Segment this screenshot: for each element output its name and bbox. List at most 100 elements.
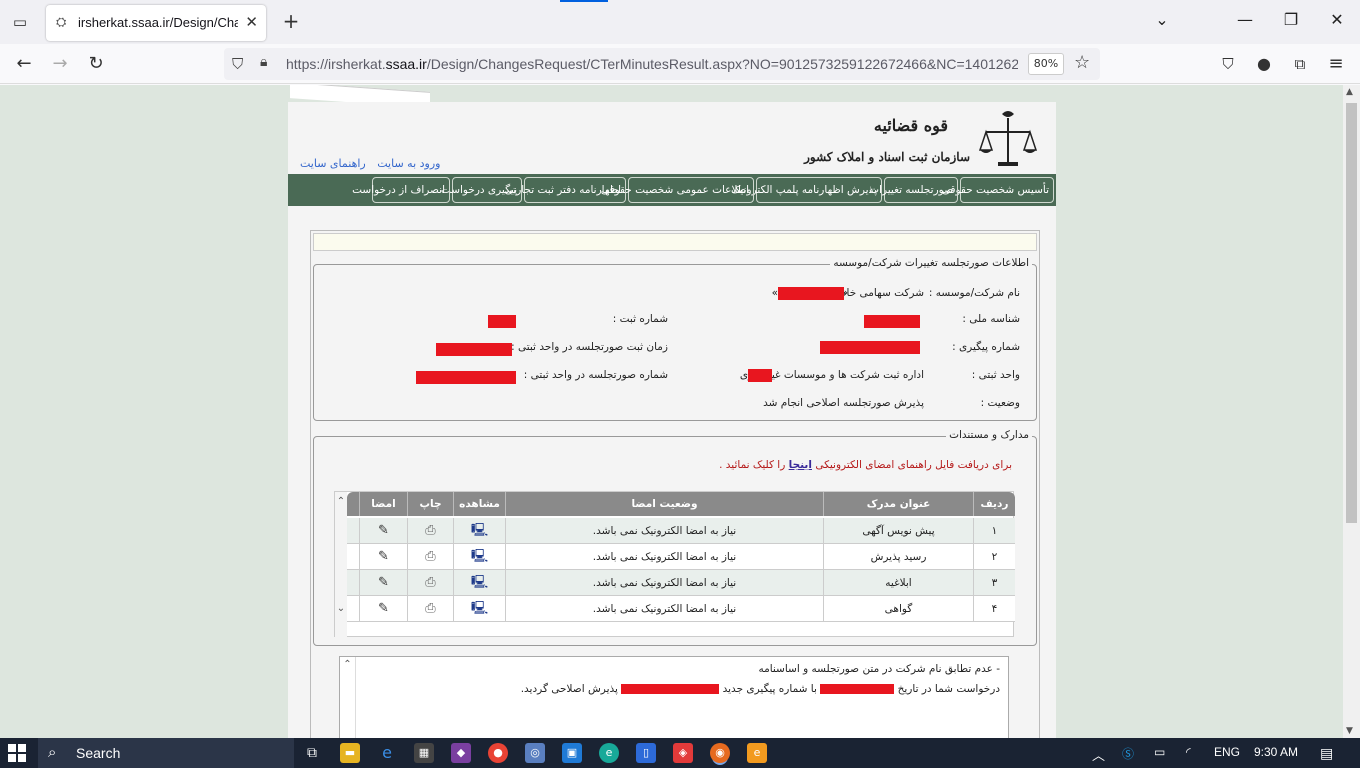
wifi-icon[interactable]: ◜ [1186, 745, 1191, 759]
extensions-icon[interactable]: ⧉ [1286, 52, 1314, 76]
app-icon-7[interactable]: ▣ [562, 743, 582, 763]
judiciary-emblem-icon [978, 111, 1038, 166]
close-window-icon[interactable]: ✕ [1322, 10, 1352, 29]
menu-item-cancel-request[interactable]: انصراف از درخواست [352, 177, 450, 203]
scrollbar-thumb[interactable] [1346, 103, 1357, 523]
restore-icon[interactable]: ❐ [1276, 10, 1306, 29]
minutes-info-section: اطلاعات صورتجلسه تغییرات شرکت/موسسه نام … [313, 257, 1037, 421]
page-favicon-icon: ⛭ [56, 15, 67, 30]
edge-icon[interactable]: e [599, 743, 619, 763]
shield-icon[interactable]: ⛉ [232, 55, 243, 73]
minutes-number-label: شماره صورتجلسه در واحد ثبتی : [523, 369, 668, 381]
pocket-icon[interactable]: ⛉ [1214, 52, 1242, 76]
app-icon-12[interactable]: e [747, 743, 767, 763]
menu-item-establish[interactable]: تأسیس شخصیت حقوقی [942, 177, 1054, 203]
url-bar[interactable]: ⛉ 🔒︎ https://irsherkat.ssaa.ir/Design/Ch… [224, 48, 1100, 80]
phone-app-icon[interactable]: ▯ [636, 743, 656, 763]
sign-edit-icon[interactable]: ✎ [359, 570, 407, 596]
page-scrollbar[interactable]: ▲ ▼ [1343, 85, 1360, 738]
taskbar: ⌕ Search ⧉ ▬ e ▦ ◆ ● ◎ ▣ e ▯ ◈ ◉ e ︿ Ⓢ ▭… [0, 738, 1360, 768]
view-monitor-icon[interactable]: 🖳 [453, 596, 505, 622]
app-icon-3[interactable]: ▦ [414, 743, 434, 763]
sign-status: نیاز به امضا الکترونیک نمی باشد. [505, 596, 823, 622]
redacted-new-tracking [621, 684, 720, 694]
table-row: ۲ رسید پذیرش نیاز به امضا الکترونیک نمی … [347, 544, 1015, 570]
signature-guide-link[interactable]: اینجا [789, 459, 812, 471]
zoom-level[interactable]: 80% [1028, 53, 1064, 75]
print-icon[interactable]: ⎙ [407, 518, 453, 544]
scroll-down-icon[interactable]: ⌄ [335, 603, 347, 614]
minimize-icon[interactable]: — [1230, 10, 1260, 29]
tray-chevron-icon[interactable]: ︿ [1092, 745, 1105, 764]
org-name-line1: قوه قضائیه [873, 116, 948, 135]
redacted-unit [748, 369, 772, 382]
menu-item-change-minutes[interactable]: صورتجلسه تغییرات [869, 177, 958, 203]
redacted-tracking [820, 341, 920, 354]
windows-start-icon[interactable] [8, 744, 26, 762]
scroll-up-icon[interactable]: ▲ [1346, 87, 1353, 97]
browser-tab-bar: ▭ ⛭ irsherkat.ssaa.ir/Design/Change ✕ + … [0, 0, 1360, 44]
sign-edit-icon[interactable]: ✎ [359, 544, 407, 570]
close-tab-icon[interactable]: ✕ [245, 13, 258, 31]
tab-list-icon[interactable]: ▭ [8, 10, 32, 34]
scroll-up-icon[interactable]: ⌃ [340, 659, 355, 670]
view-monitor-icon[interactable]: 🖳 [453, 518, 505, 544]
redacted-reg-number [488, 315, 516, 328]
scroll-down-icon[interactable]: ▼ [1346, 726, 1353, 736]
message-line-1: - عدم تطابق نام شرکت در متن صورتجلسه و ا… [758, 663, 1000, 675]
clock[interactable]: 9:30 AM [1254, 745, 1298, 759]
status-label: وضعیت : [980, 397, 1020, 409]
app-icon-6[interactable]: ◎ [525, 743, 545, 763]
internet-explorer-icon[interactable]: e [377, 743, 397, 763]
notification-icon[interactable]: ▤ [1320, 745, 1333, 762]
col-view: مشاهده [453, 492, 505, 516]
menu-item-public-info[interactable]: اطلاعات عمومی شخصیت حقوقی [601, 177, 754, 203]
firefox-icon[interactable]: ◉ [710, 743, 730, 763]
view-monitor-icon[interactable]: 🖳 [453, 570, 505, 596]
chevron-down-icon[interactable]: ⌄ [1147, 10, 1177, 29]
menu-item-seal-declaration[interactable]: پذیرش اظهارنامه پلمپ الکترونیک [731, 177, 882, 203]
print-icon[interactable]: ⎙ [407, 570, 453, 596]
sign-edit-icon[interactable]: ✎ [359, 596, 407, 622]
battery-icon[interactable]: ▭ [1154, 745, 1165, 759]
login-link[interactable]: ورود به سایت [377, 157, 440, 170]
search-icon: ⌕ [48, 743, 57, 761]
skype-icon[interactable]: Ⓢ [1122, 745, 1134, 762]
menu-icon[interactable]: ≡ [1322, 52, 1350, 76]
sign-edit-icon[interactable]: ✎ [359, 518, 407, 544]
view-monitor-icon[interactable]: 🖳 [453, 544, 505, 570]
menu-item-track-request[interactable]: پیگیری درخواست [441, 177, 522, 203]
bookmark-star-icon[interactable]: ☆ [1074, 52, 1090, 73]
print-icon[interactable]: ⎙ [407, 596, 453, 622]
lock-icon[interactable]: 🔒︎ [260, 54, 267, 70]
taskbar-search[interactable]: ⌕ Search [38, 738, 294, 768]
browser-tab[interactable]: ⛭ irsherkat.ssaa.ir/Design/Change ✕ [46, 5, 266, 41]
url-text[interactable]: https://irsherkat.ssaa.ir/Design/Changes… [286, 56, 1018, 72]
table-row: ۳ ابلاغیه نیاز به امضا الکترونیک نمی باش… [347, 570, 1015, 596]
redacted-company-name [778, 287, 844, 300]
forward-icon[interactable]: → [46, 52, 74, 76]
table-scrollbar[interactable]: ⌃ ⌄ [335, 492, 347, 638]
account-icon[interactable]: ● [1250, 52, 1278, 76]
doc-title: گواهی [823, 596, 973, 622]
redacted-date [820, 684, 895, 694]
documents-section: مدارک و مستندات برای دریافت فایل راهنمای… [313, 429, 1037, 646]
anydesk-icon[interactable]: ◈ [673, 743, 693, 763]
print-icon[interactable]: ⎙ [407, 544, 453, 570]
app-icon-4[interactable]: ◆ [451, 743, 471, 763]
back-icon[interactable]: ← [10, 52, 38, 76]
row-number: ۴ [973, 596, 1015, 622]
result-message-box[interactable]: ⌃ - عدم تطابق نام شرکت در متن صورتجلسه و… [339, 656, 1009, 738]
message-scrollbar[interactable]: ⌃ [340, 657, 356, 738]
file-explorer-icon[interactable]: ▬ [340, 743, 360, 763]
task-view-icon[interactable]: ⧉ [302, 743, 322, 763]
new-tab-icon[interactable]: + [280, 10, 302, 34]
help-link[interactable]: راهنمای سایت [300, 157, 366, 170]
tracking-label: شماره پیگیری : [952, 341, 1020, 353]
scroll-up-icon[interactable]: ⌃ [335, 496, 347, 507]
reload-icon[interactable]: ↻ [82, 52, 110, 76]
chrome-icon[interactable]: ● [488, 743, 508, 763]
language-indicator[interactable]: ENG [1214, 745, 1240, 759]
doc-title: پیش نویس آگهی [823, 518, 973, 544]
menu-item-commercial-book[interactable]: اظهارنامه دفتر ثبت تجارتی [505, 177, 626, 203]
